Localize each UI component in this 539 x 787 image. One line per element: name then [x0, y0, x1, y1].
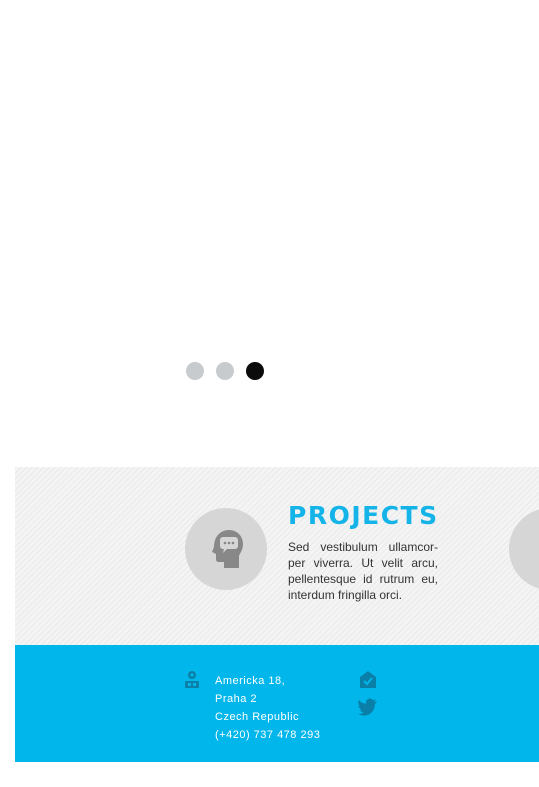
slider-area: [0, 0, 539, 400]
footer: Americka 18, Praha 2 Czech Republic (+42…: [15, 645, 539, 762]
address-line-1: Americka 18,: [215, 675, 286, 687]
twitter-icon[interactable]: [358, 698, 378, 721]
feature-description: Sed vestibulum ullamcor-per viverra. Ut …: [288, 540, 438, 602]
mail-icon[interactable]: [358, 670, 378, 694]
pen-icon: [509, 508, 539, 590]
contact-address: Americka 18, Praha 2 Czech Republic (+42…: [215, 672, 320, 744]
phone-number: (+420) 737 478 293: [215, 729, 321, 741]
slider-pagination: [186, 362, 264, 380]
slider-dot-1[interactable]: [186, 362, 204, 380]
slider-dot-3[interactable]: [246, 362, 264, 380]
features-section: PROJECTS Sed vestibulum ullamcor-per viv…: [15, 467, 539, 645]
head-idea-icon: [185, 508, 267, 590]
address-line-3: Czech Republic: [215, 711, 300, 723]
slider-dot-2[interactable]: [216, 362, 234, 380]
address-line-2: Praha 2: [215, 693, 258, 705]
feature-title: PROJECTS: [288, 501, 439, 530]
location-icon: [184, 670, 200, 694]
